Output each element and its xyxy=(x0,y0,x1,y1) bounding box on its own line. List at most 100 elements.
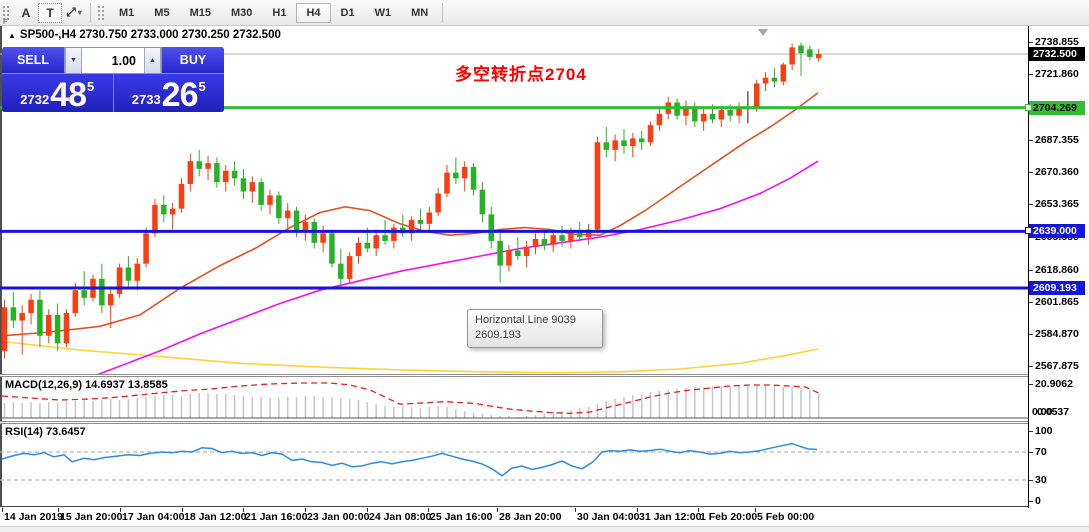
candle xyxy=(603,127,610,158)
candle xyxy=(585,223,592,245)
timeframe-button-d1[interactable]: D1 xyxy=(331,3,365,23)
candle xyxy=(214,157,220,188)
sell-button[interactable]: SELL xyxy=(2,47,64,74)
rsi-pane[interactable] xyxy=(0,424,1028,507)
candle xyxy=(37,290,43,348)
buy-price-big: 26 xyxy=(161,76,199,112)
candle xyxy=(638,130,645,150)
time-axis-tick xyxy=(367,508,368,512)
toolbar-grip-2[interactable] xyxy=(97,4,106,21)
time-axis-label: 25 Jan 16:00 xyxy=(430,511,493,523)
volume-decrease-button[interactable]: ▼ xyxy=(65,48,82,73)
toolbar-separator xyxy=(90,2,91,23)
candle xyxy=(497,229,503,283)
candle xyxy=(231,161,238,186)
candle xyxy=(762,72,769,92)
candle xyxy=(223,165,229,192)
candle xyxy=(488,206,494,249)
price-axis-label: 2721.860 xyxy=(1035,68,1079,81)
macd-main-value: 14.6937 xyxy=(85,379,125,391)
sell-price-tile[interactable]: 2732 48 5 xyxy=(2,74,113,112)
price-marker-2704.269: 2704.269 xyxy=(1029,100,1085,115)
candle xyxy=(320,225,326,253)
price-axis-label: 2584.870 xyxy=(1035,328,1079,341)
rsi-header: RSI(14) 73.6457 xyxy=(5,426,86,438)
macd-axis-top: 20.9062 xyxy=(1035,378,1073,390)
buy-price-tile[interactable]: 2733 26 5 xyxy=(113,74,224,112)
text-annotation[interactable]: 多空转折点2704 xyxy=(455,60,587,85)
candle xyxy=(700,108,707,131)
candle xyxy=(426,206,433,232)
candle xyxy=(267,189,273,215)
toolbar-grip[interactable]: F xyxy=(2,4,11,26)
candle xyxy=(621,128,627,154)
time-axis-label: 31 Jan 12:00 xyxy=(639,511,702,523)
timeframe-button-w1[interactable]: W1 xyxy=(365,3,402,23)
candle xyxy=(19,305,25,355)
crosshair-arrows-icon: ⤢ xyxy=(66,5,76,19)
price-axis-tick xyxy=(1029,139,1033,141)
candle xyxy=(1,299,8,359)
toolbar-separator-2 xyxy=(442,2,444,23)
time-axis-tick xyxy=(428,508,429,512)
time-axis-tick xyxy=(120,508,121,512)
timeframe-button-m15[interactable]: M15 xyxy=(180,3,221,23)
candle xyxy=(169,202,176,230)
candle xyxy=(346,252,353,283)
rsi-axis-tick xyxy=(1029,431,1033,432)
time-axis-label: 18 Jan 12:00 xyxy=(184,511,247,523)
price-axis-label: 2670.360 xyxy=(1035,165,1079,178)
price-axis[interactable]: 2738.855 2721.860 2687.355 2670.360 2653.365… xyxy=(1025,26,1089,508)
rsi-axis-tick xyxy=(1029,480,1033,481)
price-axis-label: 2653.365 xyxy=(1035,198,1079,211)
candle xyxy=(647,121,654,147)
candle xyxy=(435,187,441,217)
candle xyxy=(408,216,415,241)
candle xyxy=(276,191,282,224)
arrow-text-tool-button[interactable]: A xyxy=(14,3,38,23)
candle xyxy=(116,263,123,298)
volume-input[interactable] xyxy=(82,48,144,73)
timeframe-button-h4[interactable]: H4 xyxy=(296,2,331,23)
candle xyxy=(417,208,424,230)
price-axis-tick xyxy=(1029,269,1033,271)
macd-signal-value: 13.8585 xyxy=(127,379,168,391)
candle xyxy=(311,218,317,249)
timeframe-button-m1[interactable]: M1 xyxy=(109,3,144,23)
candle xyxy=(249,176,256,203)
tooltip-line2: 2609.193 xyxy=(475,329,521,341)
timeframe-group: M1 M5 M15 M30 H1 H4 D1 W1 MN xyxy=(109,2,438,23)
price-marker-2609.193: 2609.193 xyxy=(1029,280,1085,295)
time-axis-label: 23 Jan 00:00 xyxy=(307,511,370,523)
time-axis-label: 15 Jan 20:00 xyxy=(60,511,123,523)
time-axis-label: 30 Jan 04:00 xyxy=(577,511,640,523)
volume-increase-button[interactable]: ▲ xyxy=(144,48,161,73)
ma-slow-line xyxy=(1,340,819,374)
time-axis[interactable]: 14 Jan 2019 15 Jan 20:00 17 Jan 04:00 18 Ja… xyxy=(0,508,1089,526)
candle xyxy=(612,134,618,162)
timeframe-button-m5[interactable]: M5 xyxy=(144,3,179,23)
candle xyxy=(683,100,689,126)
text-tool-button[interactable]: T xyxy=(38,2,62,23)
cursor-tool-button[interactable]: ⤢ ▾ xyxy=(62,3,86,23)
candle xyxy=(161,195,167,222)
buy-price-prefix: 2733 xyxy=(131,92,161,107)
time-axis-tick xyxy=(698,508,699,512)
candle xyxy=(736,102,742,124)
time-axis-label: 1 Feb 20:00 xyxy=(700,511,758,523)
hline-handle[interactable] xyxy=(1025,227,1032,235)
timeframe-button-mn[interactable]: MN xyxy=(401,3,438,23)
candle xyxy=(523,240,530,268)
time-axis-label: 28 Jan 20:00 xyxy=(499,511,562,523)
candle xyxy=(196,149,202,177)
time-axis-tick xyxy=(755,508,756,512)
timeframe-button-h1[interactable]: H1 xyxy=(262,3,296,23)
macd-header: MACD(12,26,9) 14.6937 13.8585 xyxy=(5,379,168,391)
candle xyxy=(134,257,140,291)
timeframe-button-m30[interactable]: M30 xyxy=(221,3,262,23)
candle xyxy=(506,244,512,272)
hline-handle[interactable] xyxy=(1025,103,1032,111)
price-axis-tick xyxy=(1029,42,1033,43)
candle xyxy=(718,106,725,128)
buy-button[interactable]: BUY xyxy=(162,47,224,74)
